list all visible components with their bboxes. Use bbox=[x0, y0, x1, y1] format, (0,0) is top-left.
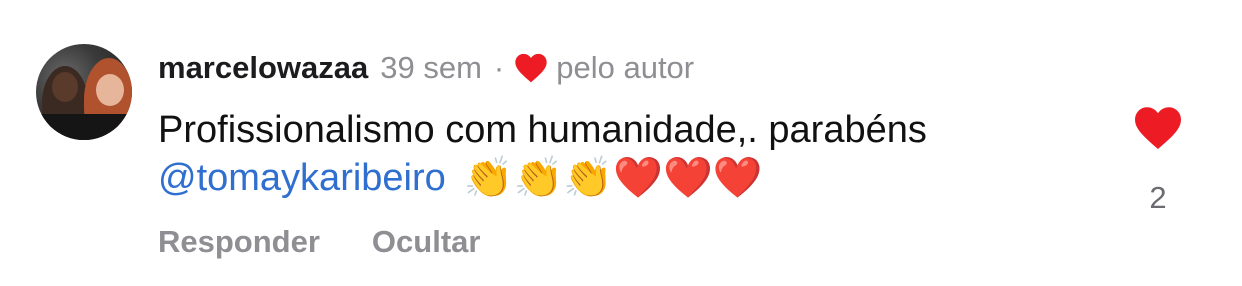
comment-header: marcelowazaa 39 sem · pelo autor bbox=[158, 48, 694, 88]
hide-button[interactable]: Ocultar bbox=[372, 224, 481, 260]
avatar[interactable] bbox=[36, 44, 132, 140]
comment-text-line: Profissionalismo com humanidade,. parabé… bbox=[158, 109, 927, 151]
comment-text: Profissionalismo com humanidade,. parabé… bbox=[158, 106, 927, 202]
separator-dot: · bbox=[493, 50, 505, 85]
comment-actions: Responder Ocultar bbox=[158, 224, 480, 260]
username[interactable]: marcelowazaa bbox=[158, 48, 368, 88]
heart-icon bbox=[514, 53, 548, 83]
like-button[interactable] bbox=[1133, 106, 1183, 150]
author-badge: pelo autor bbox=[556, 50, 695, 85]
avatar-face bbox=[96, 74, 124, 106]
reply-button[interactable]: Responder bbox=[158, 224, 320, 260]
avatar-clothing bbox=[36, 114, 132, 140]
comment-time: 39 sem bbox=[380, 50, 482, 85]
like-count: 2 bbox=[1149, 180, 1167, 215]
avatar-face bbox=[52, 72, 78, 102]
mention-link[interactable]: @tomaykaribeiro bbox=[158, 154, 446, 202]
heart-icon bbox=[1135, 107, 1181, 149]
comment-emojis: 👏👏👏❤️❤️❤️ bbox=[463, 156, 763, 200]
